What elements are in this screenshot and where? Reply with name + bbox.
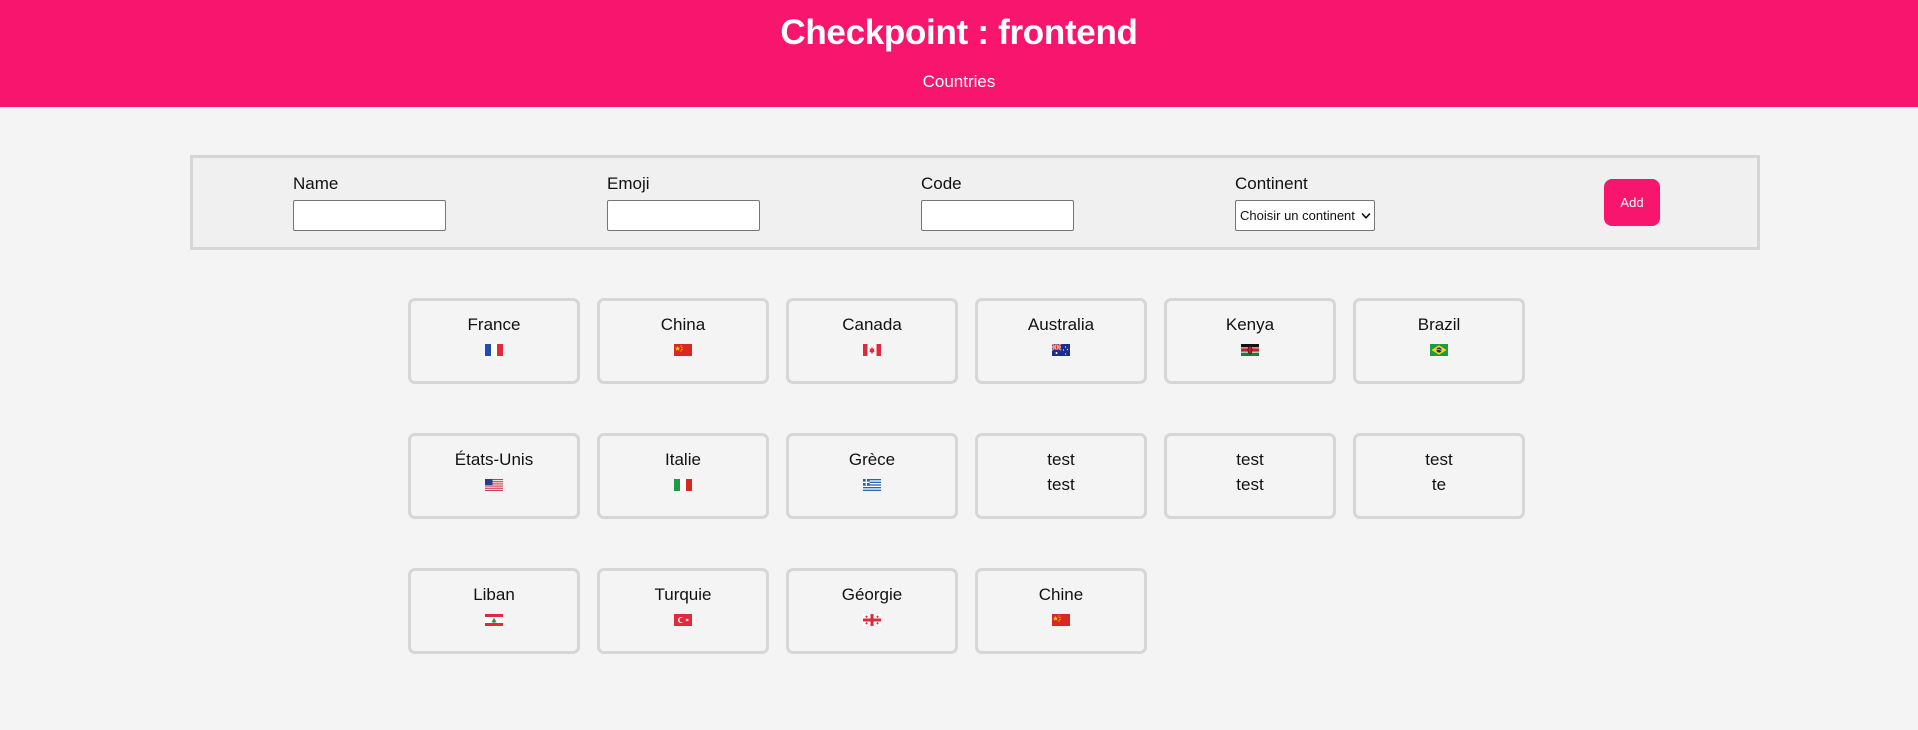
add-country-form: Name Emoji Code Continent Choisir un con… — [190, 155, 1760, 250]
add-button[interactable]: Add — [1604, 179, 1660, 226]
flag-br-icon — [1430, 344, 1448, 356]
country-name: China — [660, 315, 706, 334]
emoji-field-group: Emoji — [607, 174, 760, 231]
country-card[interactable]: test test — [975, 433, 1147, 519]
flag-au-icon — [1052, 344, 1070, 356]
country-row: Liban Turquie Géorgie Chine — [408, 568, 1528, 654]
country-name: États-Unis — [454, 450, 534, 469]
country-name: Chine — [1038, 585, 1084, 604]
country-emoji: te — [1431, 475, 1447, 494]
country-card[interactable]: Grèce — [786, 433, 958, 519]
country-card[interactable]: États-Unis — [408, 433, 580, 519]
code-input[interactable] — [921, 200, 1074, 231]
country-name: Liban — [473, 585, 515, 604]
country-name: test — [1236, 450, 1264, 469]
nav-link-countries[interactable]: Countries — [0, 72, 1918, 92]
emoji-label: Emoji — [607, 174, 650, 193]
continent-select[interactable]: Choisir un continent — [1235, 200, 1375, 231]
country-card[interactable]: Liban — [408, 568, 580, 654]
flag-it-icon — [674, 479, 692, 491]
continent-label: Continent — [1235, 174, 1308, 193]
code-field-group: Code — [921, 174, 1074, 231]
flag-tr-icon — [674, 614, 692, 626]
country-card[interactable]: France — [408, 298, 580, 384]
flag-fr-icon — [485, 344, 503, 356]
country-card[interactable]: Brazil — [1353, 298, 1525, 384]
country-name: France — [467, 315, 521, 334]
country-card[interactable]: Australia — [975, 298, 1147, 384]
flag-ge-icon — [863, 614, 881, 626]
continent-field-group: Continent Choisir un continent — [1235, 174, 1375, 231]
country-row: France China Canada Australia Kenya Brazil — [408, 298, 1528, 384]
country-card[interactable]: Italie — [597, 433, 769, 519]
flag-us-icon — [485, 479, 503, 491]
country-name: Turquie — [654, 585, 712, 604]
name-input[interactable] — [293, 200, 446, 231]
country-name: Grèce — [848, 450, 896, 469]
country-name: test — [1047, 450, 1075, 469]
name-field-group: Name — [293, 174, 446, 231]
country-card[interactable]: China — [597, 298, 769, 384]
country-emoji: test — [1047, 475, 1075, 494]
country-grid: France China Canada Australia Kenya Brazil Éta… — [408, 298, 1528, 703]
country-name: Canada — [842, 315, 902, 334]
country-row: États-Unis Italie Grèce test test test test tes… — [408, 433, 1528, 519]
country-card[interactable]: test te — [1353, 433, 1525, 519]
continent-select-value: Choisir un continent — [1240, 208, 1355, 223]
country-card[interactable]: Turquie — [597, 568, 769, 654]
app-header: Checkpoint : frontend Countries — [0, 0, 1918, 107]
emoji-input[interactable] — [607, 200, 760, 231]
flag-gr-icon — [863, 479, 881, 491]
country-name: Géorgie — [841, 585, 903, 604]
country-card[interactable]: test test — [1164, 433, 1336, 519]
flag-cn-icon — [1052, 614, 1070, 626]
flag-ca-icon — [863, 344, 881, 356]
country-card[interactable]: Chine — [975, 568, 1147, 654]
country-card[interactable]: Kenya — [1164, 298, 1336, 384]
name-label: Name — [293, 174, 339, 193]
flag-cn-icon — [674, 344, 692, 356]
flag-ke-icon — [1241, 344, 1259, 356]
country-emoji: test — [1236, 475, 1264, 494]
country-name: Australia — [1027, 315, 1095, 334]
page-title: Checkpoint : frontend — [780, 13, 1138, 52]
country-card[interactable]: Géorgie — [786, 568, 958, 654]
country-name: Italie — [665, 450, 701, 469]
country-name: Kenya — [1225, 315, 1275, 334]
country-name: test — [1425, 450, 1453, 469]
country-name: Brazil — [1417, 315, 1461, 334]
code-label: Code — [921, 174, 962, 193]
chevron-down-icon — [1361, 213, 1371, 219]
flag-lb-icon — [485, 614, 503, 626]
country-card[interactable]: Canada — [786, 298, 958, 384]
